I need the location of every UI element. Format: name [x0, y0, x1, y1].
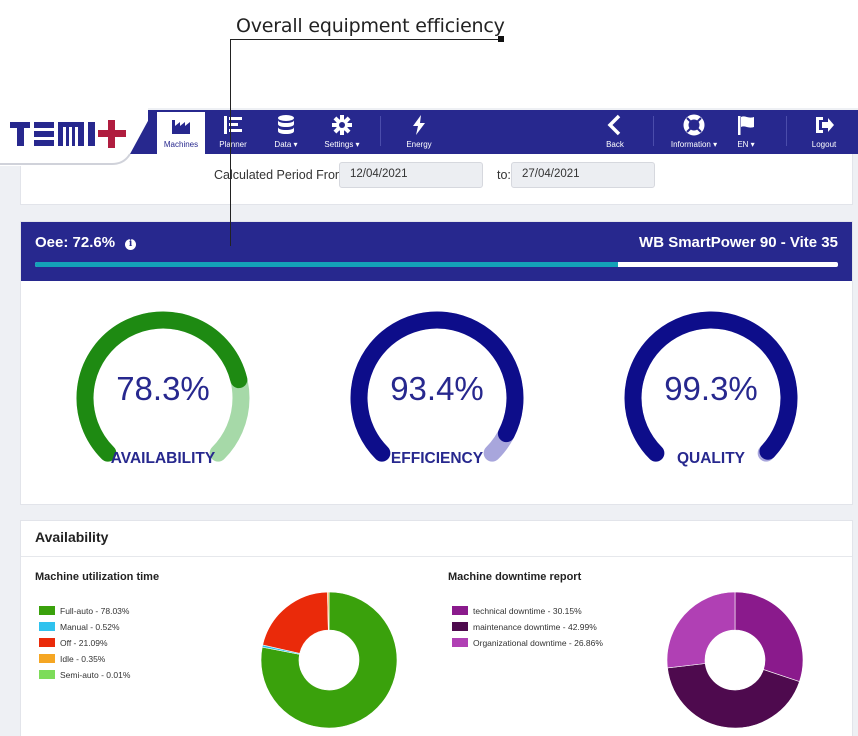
downtime-legend-item[interactable]: Organizational downtime - 26.86%: [452, 637, 603, 653]
nav-energy-label: Energy: [406, 140, 432, 149]
downtime-legend-swatch: [452, 638, 468, 647]
annotation-title: Overall equipment efficiency: [236, 15, 505, 37]
gear-icon: [315, 114, 369, 136]
utilization-donut-slice[interactable]: [262, 591, 329, 654]
downtime-donut-chart: [666, 591, 804, 729]
oee-progress-bar: [35, 262, 838, 267]
utilization-legend-item[interactable]: Idle - 0.35%: [39, 653, 130, 669]
availability-panel: Availability Machine utilization time Fu…: [20, 520, 853, 736]
availability-value: 78.3%: [116, 370, 210, 407]
nav-back-label: Back: [606, 140, 624, 149]
period-from-label: Calculated Period From:: [214, 168, 349, 182]
utilization-legend-label: Full-auto - 78.03%: [60, 606, 130, 616]
nav-machines-label: Machines: [163, 140, 199, 149]
divider: [21, 556, 852, 557]
annotation-line: [230, 39, 502, 40]
downtime-donut-slice[interactable]: [734, 591, 804, 683]
factory-icon: [157, 114, 205, 136]
quality-gauge: 99.3% QUALITY: [611, 295, 811, 485]
bolt-icon: [396, 114, 442, 136]
utilization-legend-item[interactable]: Off - 21.09%: [39, 637, 130, 653]
quality-label: QUALITY: [676, 450, 746, 467]
quality-value: 99.3%: [664, 370, 758, 407]
machine-name: WB SmartPower 90 - Vite 35: [639, 234, 838, 251]
nav-divider: [786, 116, 787, 146]
efficiency-label: EFFICIENCY: [390, 450, 484, 467]
info-icon[interactable]: i: [125, 239, 137, 250]
downtime-legend: technical downtime - 30.15% maintenance d…: [452, 605, 603, 653]
annotation-dot: [498, 36, 504, 42]
nav-energy[interactable]: Energy: [396, 112, 442, 154]
oee-progress-fill: [35, 262, 618, 267]
utilization-title: Machine utilization time: [35, 571, 160, 583]
downtime-donut-slice[interactable]: [666, 591, 736, 669]
lifebuoy-icon: [664, 114, 724, 136]
downtime-legend-label: technical downtime - 30.15%: [473, 606, 582, 616]
oee-value: Oee: 72.6%: [35, 234, 116, 251]
period-from-input[interactable]: 12/04/2021: [339, 162, 483, 188]
nav-logout-label: Logout: [811, 140, 837, 149]
nav-information[interactable]: Information ▾: [664, 112, 724, 154]
downtime-title: Machine downtime report: [448, 571, 582, 583]
nav-information-label: Information ▾: [670, 140, 718, 149]
nav-machines[interactable]: Machines: [157, 112, 205, 154]
availability-gauge: 78.3% AVAILABILITY: [63, 295, 263, 485]
brand-logo[interactable]: [0, 108, 155, 172]
nav-back[interactable]: Back: [596, 112, 634, 154]
list-icon: [211, 114, 255, 136]
utilization-legend-label: Off - 21.09%: [60, 638, 108, 648]
utilization-legend-label: Idle - 0.35%: [60, 654, 106, 664]
downtime-legend-swatch: [452, 606, 468, 615]
downtime-legend-label: Organizational downtime - 26.86%: [473, 638, 603, 648]
downtime-legend-item[interactable]: maintenance downtime - 42.99%: [452, 621, 603, 637]
nav-language-label: EN ▾: [737, 140, 755, 149]
period-to-label: to:: [497, 168, 511, 182]
utilization-donut-chart: [260, 591, 398, 729]
utilization-legend-item[interactable]: Full-auto - 78.03%: [39, 605, 130, 621]
utilization-legend-swatch: [39, 670, 55, 679]
flag-icon: [730, 114, 762, 136]
chevron-left-icon: [596, 114, 634, 136]
annotation-pointer: [230, 39, 231, 246]
utilization-legend-swatch: [39, 606, 55, 615]
utilization-legend-item[interactable]: Semi-auto - 0.01%: [39, 669, 130, 685]
logout-icon: [802, 114, 846, 136]
nav-data[interactable]: Data ▾: [263, 112, 309, 154]
utilization-legend-label: Manual - 0.52%: [60, 622, 120, 632]
efficiency-value: 93.4%: [390, 370, 484, 407]
availability-title: Availability: [35, 529, 109, 545]
utilization-legend-swatch: [39, 654, 55, 663]
nav-settings-label: Settings ▾: [324, 140, 360, 149]
nav-planner[interactable]: Planner: [211, 112, 255, 154]
nav-divider: [653, 116, 654, 146]
nav-logout[interactable]: Logout: [802, 112, 846, 154]
period-to-input[interactable]: 27/04/2021: [511, 162, 655, 188]
app-screen: Machines Planner Data ▾ Settings ▾ Energ…: [0, 108, 858, 736]
oee-summary: Oee: 72.6% i: [35, 234, 137, 251]
efficiency-gauge: 93.4% EFFICIENCY: [337, 295, 537, 485]
nav-data-label: Data ▾: [274, 140, 298, 149]
downtime-legend-item[interactable]: technical downtime - 30.15%: [452, 605, 603, 621]
utilization-legend-item[interactable]: Manual - 0.52%: [39, 621, 130, 637]
downtime-legend-label: maintenance downtime - 42.99%: [473, 622, 597, 632]
downtime-legend-swatch: [452, 622, 468, 631]
utilization-legend-swatch: [39, 622, 55, 631]
utilization-legend: Full-auto - 78.03% Manual - 0.52% Off - 21…: [39, 605, 130, 685]
nav-settings[interactable]: Settings ▾: [315, 112, 369, 154]
nav-planner-label: Planner: [219, 140, 247, 149]
nav-divider: [380, 116, 381, 146]
nav-language[interactable]: EN ▾: [730, 112, 762, 154]
database-icon: [263, 114, 309, 136]
utilization-legend-swatch: [39, 638, 55, 647]
utilization-legend-label: Semi-auto - 0.01%: [60, 670, 131, 680]
oee-panel: Oee: 72.6% i WB SmartPower 90 - Vite 35 7…: [20, 221, 853, 505]
availability-label: AVAILABILITY: [110, 450, 216, 467]
oee-header: Oee: 72.6% i WB SmartPower 90 - Vite 35: [21, 222, 852, 281]
